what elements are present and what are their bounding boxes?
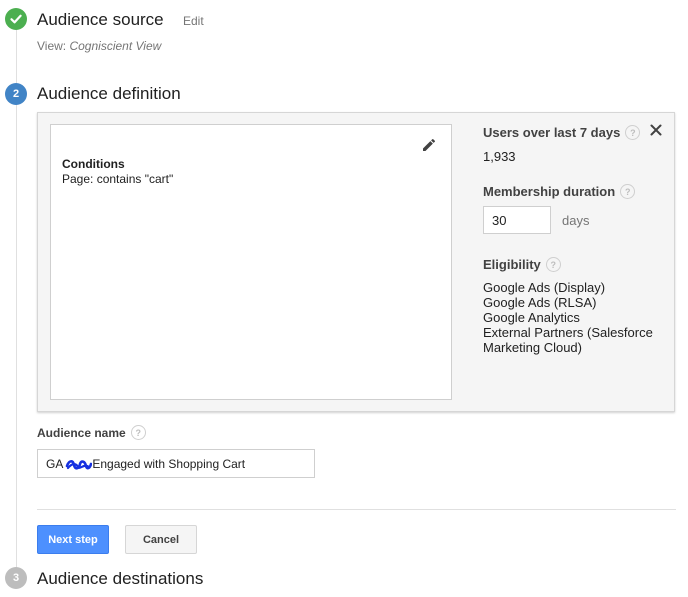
step-complete-check-icon	[5, 8, 27, 30]
view-prefix: View:	[37, 39, 70, 53]
cancel-button[interactable]: Cancel	[125, 525, 197, 554]
eligibility-item: Google Ads (RLSA)	[483, 295, 597, 310]
eligibility-list: Google Ads (Display) Google Ads (RLSA) G…	[483, 280, 653, 355]
audience-name-label-text: Audience name	[37, 426, 126, 440]
users-value: 1,933	[483, 149, 516, 164]
eligibility-help-icon[interactable]: ?	[545, 257, 561, 273]
audience-name-label: Audience name?	[37, 425, 146, 441]
membership-label: Membership duration?	[483, 184, 636, 200]
conditions-heading: Conditions	[62, 157, 125, 171]
users-label-text: Users over last 7 days	[483, 125, 621, 140]
eligibility-label: Eligibility?	[483, 257, 561, 273]
step-title-audience-destinations: Audience destinations	[37, 569, 204, 588]
definition-panel: Conditions Page: contains "cart" Users o…	[37, 112, 675, 412]
eligibility-item: Google Ads (Display)	[483, 280, 606, 295]
step-number-badge: 3	[5, 567, 27, 589]
source-view-text: View: Cogniscient View	[37, 39, 161, 53]
eligibility-label-text: Eligibility	[483, 257, 541, 272]
audience-name-help-icon[interactable]: ?	[130, 425, 146, 441]
conditions-box[interactable]: Conditions Page: contains "cart"	[50, 124, 452, 400]
eligibility-item: Google Analytics	[483, 310, 580, 325]
audience-name-suffix: Engaged with Shopping Cart	[92, 456, 246, 471]
step-title-audience-definition: Audience definition	[37, 84, 181, 103]
close-icon[interactable]	[649, 123, 663, 137]
membership-help-icon[interactable]: ?	[620, 184, 636, 200]
users-label: Users over last 7 days?	[483, 125, 641, 141]
membership-label-text: Membership duration	[483, 184, 616, 199]
eligibility-item: Marketing Cloud)	[483, 340, 582, 355]
membership-duration-input[interactable]	[483, 206, 551, 234]
edit-conditions-pencil-icon[interactable]	[421, 137, 437, 153]
step-number-badge: 2	[5, 83, 27, 105]
view-name: Cogniscient View	[69, 39, 162, 53]
users-help-icon[interactable]: ?	[625, 125, 641, 141]
audience-name-input[interactable]: GA Engaged with Shopping Cart	[37, 449, 315, 478]
redacted-scribble	[65, 458, 93, 472]
membership-unit: days	[562, 213, 590, 228]
next-step-button[interactable]: Next step	[37, 525, 109, 554]
step-title-audience-source: Audience source	[37, 10, 164, 29]
eligibility-item: External Partners (Salesforce	[483, 325, 653, 340]
conditions-rule: Page: contains "cart"	[62, 172, 174, 186]
edit-source-link[interactable]: Edit	[183, 14, 204, 28]
audience-name-prefix: GA	[46, 456, 64, 471]
step-connector-line	[16, 29, 17, 569]
divider	[37, 509, 676, 510]
